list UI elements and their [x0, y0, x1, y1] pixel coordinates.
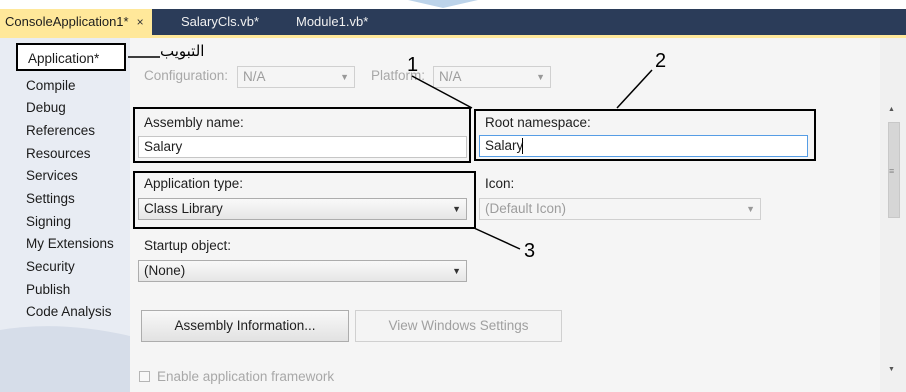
callout-lines — [128, 56, 653, 250]
